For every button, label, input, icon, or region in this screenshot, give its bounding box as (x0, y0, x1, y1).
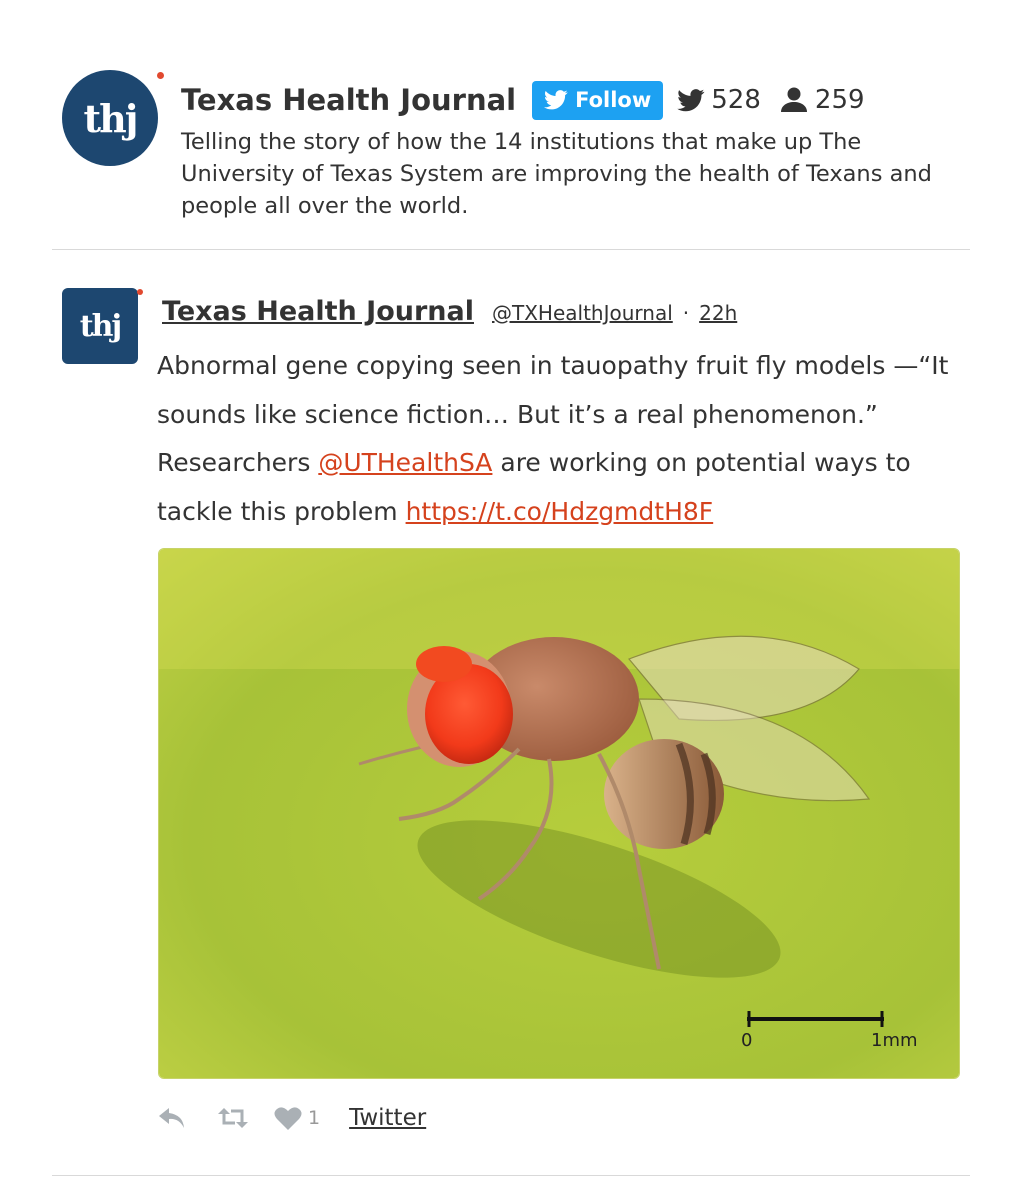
tweet-avatar[interactable]: thj (62, 288, 143, 364)
reply-button[interactable] (157, 1105, 187, 1131)
tweets-count: 528 (711, 85, 761, 115)
tweet-text: Abnormal gene copying seen in tauopathy … (157, 342, 977, 536)
mention-link[interactable]: @UTHealthSA (318, 448, 492, 477)
fruit-fly-photo: 0 1mm (159, 549, 959, 1078)
profile-name-row: Texas Health Journal Follow 528 259 (181, 80, 981, 120)
twitter-bird-icon (677, 88, 705, 111)
tweet-image[interactable]: 0 1mm (158, 548, 960, 1079)
tweet-url-link[interactable]: https://t.co/HdzgmdtH8F (406, 497, 714, 526)
like-count: 1 (308, 1107, 321, 1129)
heart-icon (274, 1106, 302, 1130)
scale-end-label: 1mm (871, 1030, 918, 1051)
logo-text: thj (83, 95, 139, 141)
logo-text: thj (79, 308, 123, 344)
tweet-header: Texas Health Journal @TXHealthJournal · … (162, 296, 737, 327)
profile-description: Telling the story of how the 14 institut… (181, 129, 932, 219)
tweet-separator: · (682, 301, 690, 325)
tweet-timestamp[interactable]: 22h (699, 301, 737, 325)
logo-dot (157, 72, 164, 79)
follow-button[interactable]: Follow (532, 80, 664, 120)
followers-count: 259 (814, 85, 865, 115)
scale-start-label: 0 (741, 1030, 752, 1051)
retweet-icon (218, 1108, 248, 1128)
followers-stat[interactable]: 259 (779, 85, 865, 115)
tweet-actions: 1 Twitter (157, 1100, 426, 1136)
tweets-stat[interactable]: 528 (677, 85, 761, 115)
tweet-author-handle[interactable]: @TXHealthJournal (492, 301, 673, 325)
like-button[interactable]: 1 (274, 1106, 320, 1131)
profile-name[interactable]: Texas Health Journal (181, 83, 516, 117)
header-divider (52, 249, 970, 250)
logo-dot (137, 289, 143, 295)
footer-divider (52, 1175, 970, 1176)
reply-icon (159, 1108, 184, 1128)
twitter-source-link[interactable]: Twitter (349, 1105, 426, 1131)
person-icon (780, 87, 807, 112)
follow-label: Follow (575, 88, 652, 112)
retweet-button[interactable] (217, 1106, 249, 1130)
tweet-author-name[interactable]: Texas Health Journal (162, 296, 474, 327)
profile-avatar[interactable]: thj (62, 70, 164, 166)
twitter-bird-icon (544, 90, 568, 110)
profile-info: Texas Health Journal Follow 528 259 Tell… (181, 80, 981, 222)
